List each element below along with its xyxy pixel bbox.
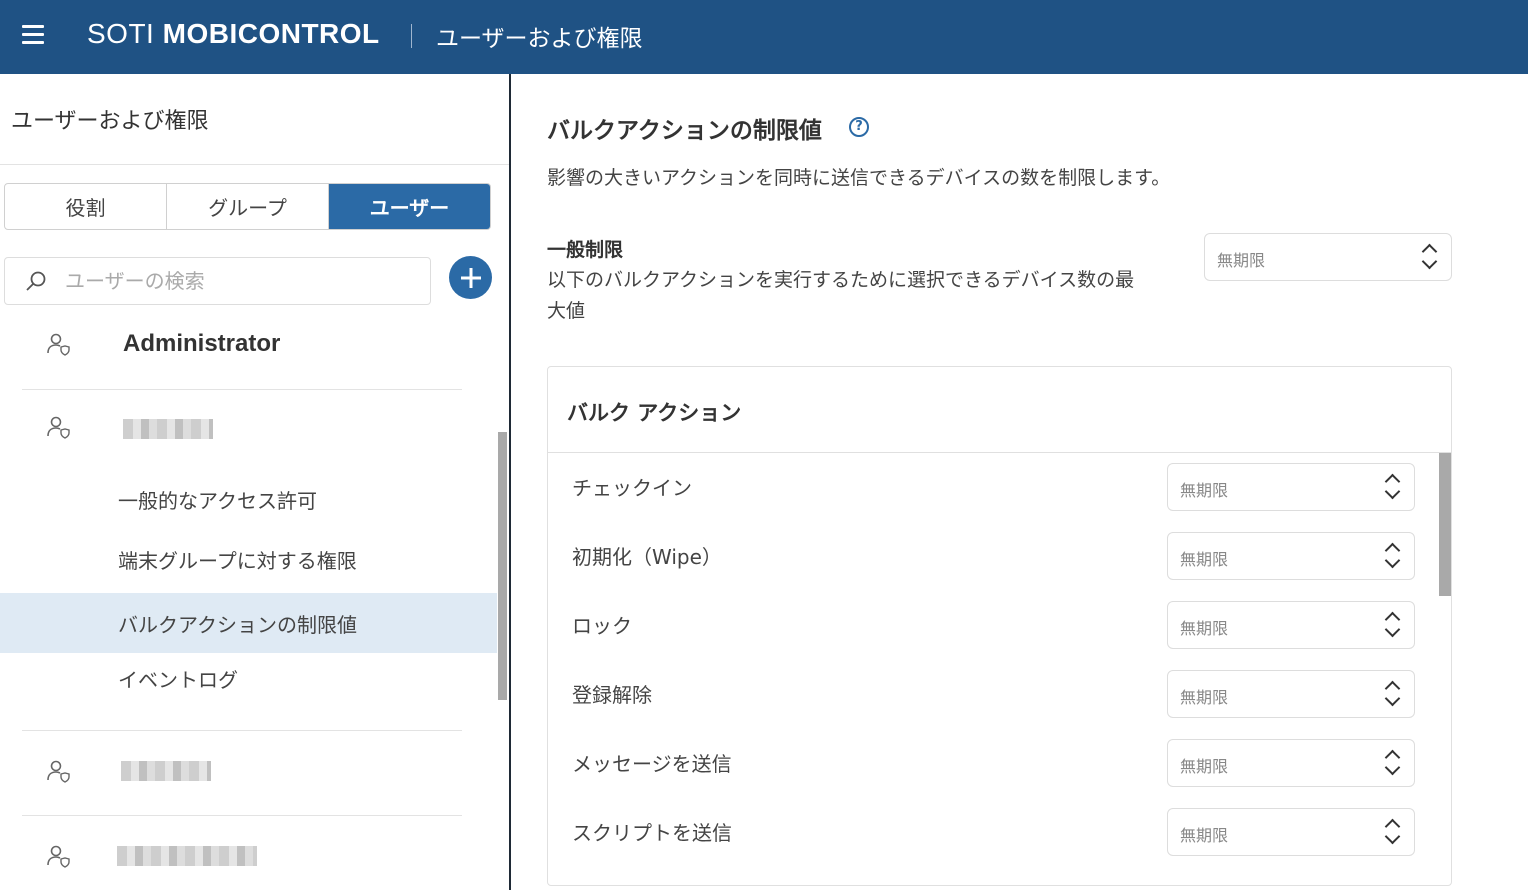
submenu-device-group-permissions[interactable]: 端末グループに対する権限 [0,529,497,589]
action-label: 登録解除 [572,683,652,707]
stepper-value: 無期限 [1180,550,1229,569]
user-name-redacted [123,419,213,439]
action-label: スクリプトを送信 [572,821,732,845]
action-label: 初期化（Wipe） [572,545,722,569]
action-label: メッセージを送信 [572,752,732,776]
user-item-administrator[interactable]: Administrator [22,324,462,364]
tab-roles[interactable]: 役割 [5,184,167,229]
stepper-value: 無期限 [1217,251,1266,270]
bulk-action-row: スクリプトを送信 無期限 [548,798,1438,867]
user-shield-icon [46,415,70,439]
stepper-value: 無期限 [1180,757,1229,776]
bulk-action-row: ロック 無期限 [548,591,1438,660]
chevron-up-down-icon[interactable] [1384,677,1402,713]
stepper-value: 無期限 [1180,688,1229,707]
header-divider [411,24,412,48]
user-name-redacted [121,761,211,781]
checkin-limit-stepper[interactable]: 無期限 [1167,463,1415,511]
scrollbar[interactable] [498,432,507,700]
help-icon[interactable]: ? [849,117,869,137]
search-input[interactable] [65,269,405,293]
chevron-up-down-icon[interactable] [1421,240,1439,276]
general-limit-description: 以下のバルクアクションを実行するために選択できるデバイス数の最大値 [547,269,1135,322]
user-shield-icon [46,759,70,783]
chevron-up-down-icon[interactable] [1384,470,1402,506]
chevron-up-down-icon[interactable] [1384,746,1402,782]
card-header: バルク アクション [548,367,1451,453]
bulk-action-row: 初期化（Wipe） 無期限 [548,522,1438,591]
submenu-event-log[interactable]: イベントログ [0,648,497,708]
user-item[interactable] [22,407,462,447]
main-content: バルクアクションの制限値 ? 影響の大きいアクションを同時に送信できるデバイスの… [513,74,1528,890]
send-script-limit-stepper[interactable]: 無期限 [1167,808,1415,856]
stepper-value: 無期限 [1180,826,1229,845]
scrollbar[interactable] [1439,453,1451,596]
page-title: バルクアクションの制限値 [547,118,822,144]
search-box [4,257,431,305]
chevron-up-down-icon[interactable] [1384,815,1402,851]
action-label: チェックイン [572,476,692,500]
divider [22,730,462,731]
user-item[interactable] [22,836,462,876]
header-title: ユーザーおよび権限 [436,26,643,52]
tab-users[interactable]: ユーザー [329,184,490,229]
user-item[interactable] [22,751,462,791]
general-limit-title: 一般制限 [547,239,624,261]
lock-limit-stepper[interactable]: 無期限 [1167,601,1415,649]
general-limit-stepper[interactable]: 無期限 [1204,233,1452,281]
submenu-general-permissions[interactable]: 一般的なアクセス許可 [0,469,497,529]
user-name: Administrator [123,330,281,357]
action-label: ロック [572,614,632,638]
bulk-action-row: メッセージを送信 無期限 [548,729,1438,798]
user-name-redacted [117,846,257,866]
stepper-value: 無期限 [1180,619,1229,638]
tab-groups[interactable]: グループ [167,184,329,229]
wipe-limit-stepper[interactable]: 無期限 [1167,532,1415,580]
user-shield-icon [46,332,70,356]
brand-logo: SOTI MOBICONTROL [87,18,380,49]
add-user-button[interactable] [449,256,492,299]
divider [0,164,509,165]
bulk-action-row: 登録解除 無期限 [548,660,1438,729]
card-title: バルク アクション [567,401,742,425]
app-header: SOTI MOBICONTROL ユーザーおよび権限 [0,0,1528,74]
panel-title: ユーザーおよび権限 [11,109,209,134]
bulk-action-row: チェックイン 無期限 [548,453,1438,522]
divider [22,815,462,816]
tab-bar: 役割 グループ ユーザー [4,183,491,230]
unenroll-limit-stepper[interactable]: 無期限 [1167,670,1415,718]
chevron-up-down-icon[interactable] [1384,539,1402,575]
search-icon [25,270,47,292]
user-shield-icon [46,844,70,868]
chevron-up-down-icon[interactable] [1384,608,1402,644]
submenu-bulk-action-limits[interactable]: バルクアクションの制限値 [0,593,497,653]
divider [22,389,462,390]
left-panel: ユーザーおよび権限 役割 グループ ユーザー Administrator 一般的… [0,74,511,890]
bulk-actions-card: バルク アクション チェックイン 無期限 初期化（Wipe） 無期限 ロック 無… [547,366,1452,886]
page-description: 影響の大きいアクションを同時に送信できるデバイスの数を制限します。 [547,167,1171,189]
send-message-limit-stepper[interactable]: 無期限 [1167,739,1415,787]
hamburger-icon[interactable] [22,25,44,45]
stepper-value: 無期限 [1180,481,1229,500]
